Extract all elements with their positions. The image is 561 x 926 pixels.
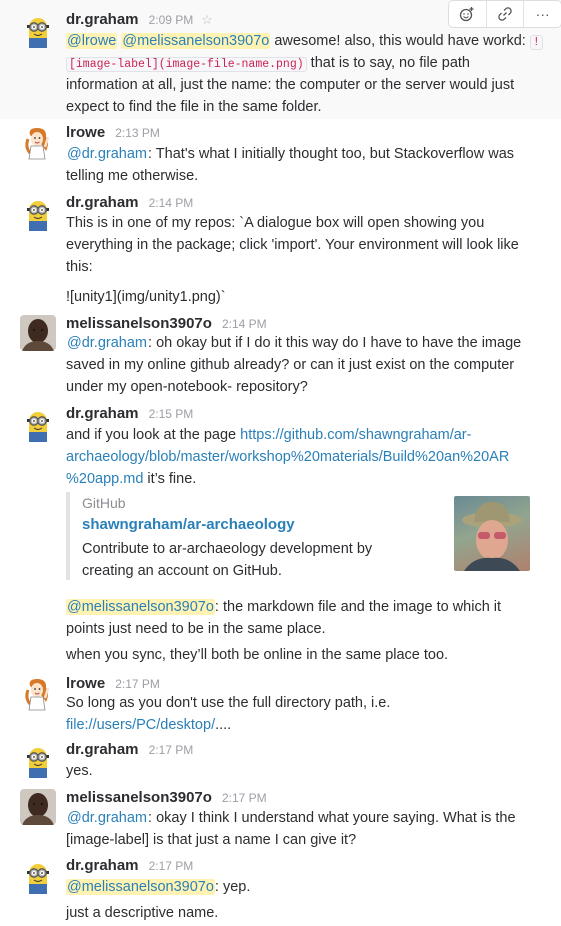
message-text: points just need to be in the same place… [66, 621, 326, 637]
sender-name[interactable]: dr.graham [66, 741, 139, 758]
avatar[interactable] [20, 315, 56, 351]
attachment-desc-line: Contribute to ar-archaeology development… [82, 541, 373, 557]
avatar[interactable] [20, 858, 56, 894]
url-link[interactable]: file://users/PC/desktop/ [66, 717, 215, 733]
attachment-source: GitHub [82, 495, 126, 511]
mention[interactable]: @melissanelson3907o [121, 33, 271, 49]
link-preview-attachment: GitHub shawngraham/ar-archaeology Contri… [66, 492, 540, 580]
sender-name[interactable]: melissanelson3907o [66, 789, 212, 806]
avatar[interactable] [20, 125, 56, 161]
message-text: everything in the package; click 'import… [66, 237, 519, 253]
message-text: : oh okay but if I do it this way do I h… [148, 335, 522, 351]
message-dr-graham-1: dr.graham 2:09 PM ☆ ··· @lrowe @melissan… [0, 0, 561, 119]
add-reaction-icon[interactable] [449, 1, 487, 27]
sender-name[interactable]: melissanelson3907o [66, 315, 212, 332]
message-text: [image-label] is that just a name I can … [66, 832, 357, 848]
timestamp[interactable]: 2:17 PM [149, 743, 194, 757]
message-lrowe-1: lrowe 2:13 PM @dr.graham: That's what I … [0, 119, 561, 189]
message-dr-graham-3: dr.graham 2:15 PM and if you look at the… [0, 404, 561, 670]
message-text: telling me otherwise. [66, 168, 199, 184]
mention[interactable]: @dr.graham [66, 810, 148, 826]
mention[interactable]: @melissanelson3907o [66, 879, 215, 895]
timestamp[interactable]: 2:13 PM [115, 126, 160, 140]
message-dr-graham-5: dr.graham 2:17 PM @melissanelson3907o: y… [0, 856, 561, 926]
timestamp[interactable]: 2:17 PM [149, 859, 194, 873]
sender-name[interactable]: lrowe [66, 124, 105, 141]
attachment-desc-line: creating an account on GitHub. [82, 563, 282, 579]
message-dr-graham-4: dr.graham 2:17 PM yes. [0, 740, 561, 787]
inline-code: ! [529, 35, 543, 50]
message-text: it’s fine. [143, 471, 197, 487]
attachment-thumbnail[interactable] [454, 496, 530, 571]
message-actions: ··· [448, 0, 561, 28]
avatar[interactable] [20, 12, 56, 48]
avatar[interactable] [20, 742, 56, 778]
sender-name[interactable]: dr.graham [66, 405, 139, 422]
star-icon[interactable]: ☆ [201, 12, 213, 27]
attachment-title-link[interactable]: shawngraham/ar-archaeology [82, 516, 295, 533]
message-text: under my open-notebook- repository? [66, 379, 308, 395]
sender-name[interactable]: dr.graham [66, 857, 139, 874]
message-text: : okay I think I understand what youre s… [148, 810, 516, 826]
more-icon[interactable]: ··· [524, 1, 561, 27]
url-link[interactable]: %20app.md [66, 471, 143, 487]
sender-name[interactable]: dr.graham [66, 11, 139, 28]
message-text: that is to say, no file path [306, 55, 470, 71]
message-text: and if you look at the page [66, 427, 241, 443]
message-text: : yep. [214, 879, 251, 895]
timestamp[interactable]: 2:17 PM [115, 677, 160, 691]
message-text: yes. [66, 763, 93, 779]
avatar[interactable] [20, 406, 56, 442]
timestamp[interactable]: 2:14 PM [149, 196, 194, 210]
message-text: : the markdown file and the image to whi… [214, 599, 502, 615]
message-text: : That's what I initially thought too, b… [148, 146, 515, 162]
mention[interactable]: @dr.graham [66, 335, 148, 351]
message-text: awesome! also, this would have workd: [270, 33, 530, 49]
message-text: just a descriptive name. [66, 905, 219, 921]
message-lrowe-2: lrowe 2:17 PM So long as you don't use t… [0, 670, 561, 740]
mention[interactable]: @melissanelson3907o [66, 599, 215, 615]
timestamp[interactable]: 2:17 PM [222, 791, 267, 805]
sender-name[interactable]: lrowe [66, 675, 105, 692]
message-text: So long as you don't use the full direct… [66, 695, 391, 711]
sender-name[interactable]: dr.graham [66, 194, 139, 211]
url-link[interactable]: https://github.com/shawngraham/ar- [240, 427, 471, 443]
message-text: information at all, just the name: the c… [66, 77, 515, 93]
timestamp[interactable]: 2:15 PM [149, 407, 194, 421]
message-text: when you sync, they’ll both be online in… [66, 647, 449, 663]
message-melissanelson-1: melissanelson3907o 2:14 PM @dr.graham: o… [0, 309, 561, 404]
attachment-description: Contribute to ar-archaeology development… [82, 538, 402, 582]
message-text: .... [215, 717, 232, 733]
timestamp[interactable]: 2:09 PM [149, 13, 194, 27]
message-dr-graham-2: dr.graham 2:14 PM This is in one of my r… [0, 189, 561, 309]
url-link[interactable]: archaeology/blob/master/workshop%20mater… [66, 446, 509, 468]
avatar[interactable] [20, 195, 56, 231]
link-icon[interactable] [487, 1, 525, 27]
avatar[interactable] [20, 789, 56, 825]
message-text: expect to find the file in the same fold… [66, 99, 322, 115]
message-text: saved in my online github already? or ca… [66, 357, 515, 373]
avatar[interactable] [20, 676, 56, 712]
inline-code: [image-label](image-file-name.png) [66, 57, 307, 72]
message-melissanelson-2: melissanelson3907o 2:17 PM @dr.graham: o… [0, 787, 561, 856]
timestamp[interactable]: 2:14 PM [222, 317, 267, 331]
message-text: ![unity1](img/unity1.png)` [66, 289, 226, 305]
message-text: this: [66, 259, 93, 275]
mention[interactable]: @lrowe [66, 33, 118, 49]
message-text: This is in one of my repos: `A dialogue … [66, 215, 485, 231]
mention[interactable]: @dr.graham [66, 146, 148, 162]
